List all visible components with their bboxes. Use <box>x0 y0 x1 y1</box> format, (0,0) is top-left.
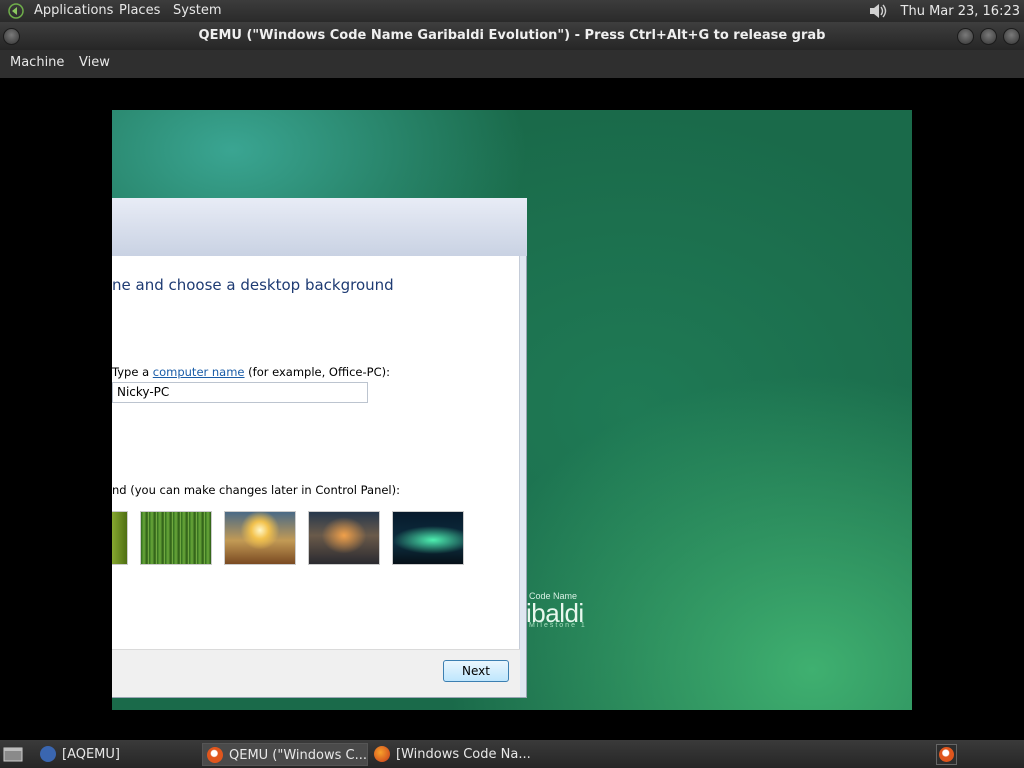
volume-icon[interactable] <box>867 2 889 20</box>
background-thumb-bamboo[interactable] <box>140 511 212 565</box>
brand-milestone: Milestone 1 <box>529 622 587 629</box>
background-thumb-aurora[interactable] <box>392 511 464 565</box>
guest-desktop[interactable]: Code Name ibaldi Milestone 1 ne and choo… <box>112 110 912 710</box>
maximize-button[interactable] <box>980 28 997 45</box>
window-titlebar[interactable]: QEMU ("Windows Code Name Garibaldi Evolu… <box>0 22 1024 50</box>
background-thumb-mountain-lake[interactable] <box>308 511 380 565</box>
menubar: Machine View <box>0 50 1024 78</box>
dialog-body: ne and choose a desktop background Type … <box>112 256 520 649</box>
menu-view[interactable]: View <box>79 55 110 70</box>
name-label-prefix: Type a <box>112 365 153 379</box>
setup-dialog: ne and choose a desktop background Type … <box>112 198 527 698</box>
close-button[interactable] <box>1003 28 1020 45</box>
menu-machine[interactable]: Machine <box>10 55 64 70</box>
taskbar-label: [AQEMU] <box>62 747 120 762</box>
name-label-suffix: (for example, Office-PC): <box>244 365 390 379</box>
dialog-header <box>112 198 527 256</box>
menu-applications[interactable]: Applications <box>34 3 113 18</box>
menu-system[interactable]: System <box>173 3 221 18</box>
background-thumb-leaf[interactable] <box>112 511 128 565</box>
computer-name-input[interactable]: Nicky-PC <box>112 382 368 403</box>
taskbar-label: QEMU ("Windows C... <box>229 748 367 763</box>
firefox-icon <box>374 745 390 762</box>
background-label: nd (you can make changes later in Contro… <box>112 483 400 497</box>
bottom-panel: [AQEMU] QEMU ("Windows C... [Windows Cod… <box>0 740 1024 768</box>
minimize-button[interactable] <box>957 28 974 45</box>
computer-name-label: Type a computer name (for example, Offic… <box>112 365 390 379</box>
top-panel: Applications Places System Thu Mar 23, 1… <box>0 0 1024 22</box>
taskbar-item-qemu[interactable]: QEMU ("Windows C... <box>202 743 368 766</box>
show-desktop-icon[interactable] <box>3 745 23 763</box>
gnome-foot-icon[interactable] <box>6 2 26 20</box>
taskbar-label: [Windows Code Na... <box>396 747 531 762</box>
menu-places[interactable]: Places <box>119 3 160 18</box>
taskbar-item-aqemu[interactable]: [AQEMU] <box>36 743 196 766</box>
next-button[interactable]: Next <box>443 660 509 682</box>
qemu-icon <box>207 746 223 763</box>
dialog-footer: Next <box>112 649 520 697</box>
window-title: QEMU ("Windows Code Name Garibaldi Evolu… <box>198 28 826 43</box>
computer-name-link[interactable]: computer name <box>153 365 245 379</box>
window-menu-button[interactable] <box>3 28 20 45</box>
background-thumb-sunset[interactable] <box>224 511 296 565</box>
clock[interactable]: Thu Mar 23, 16:23 <box>901 4 1020 19</box>
tray-qemu-icon[interactable] <box>936 744 957 765</box>
dialog-heading: ne and choose a desktop background <box>112 276 394 294</box>
aqemu-icon <box>40 745 56 762</box>
taskbar-item-windows-code-name[interactable]: [Windows Code Na... <box>370 743 540 766</box>
